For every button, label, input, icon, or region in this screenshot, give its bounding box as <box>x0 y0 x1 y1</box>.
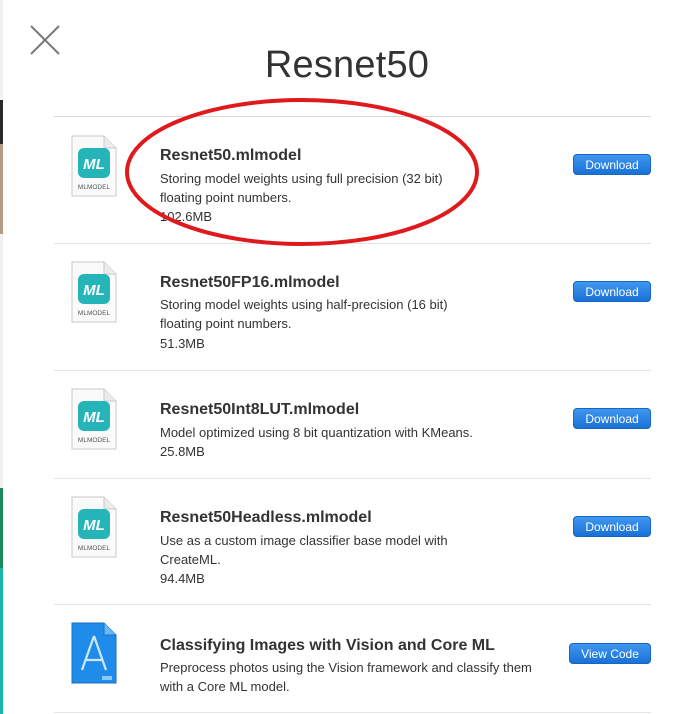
model-size: 102.6MB <box>160 209 213 224</box>
mlmodel-file-icon: ML MLMODEL <box>71 261 117 323</box>
sample-code-item: Classifying Images with Vision and Core … <box>54 604 651 713</box>
svg-text:ML: ML <box>83 409 105 426</box>
page-title: Resnet50 <box>264 44 430 86</box>
model-description: Model optimized using 8 bit quantization… <box>160 425 473 440</box>
model-item-resnet50headless: ML MLMODEL Resnet50Headless.mlmodel Use … <box>54 478 651 605</box>
sample-code-name[interactable]: Classifying Images with Vision and Core … <box>160 637 495 655</box>
model-name[interactable]: Resnet50FP16.mlmodel <box>160 274 340 292</box>
download-button[interactable]: Download <box>573 516 651 537</box>
model-name[interactable]: Resnet50.mlmodel <box>160 147 301 165</box>
mlmodel-file-icon: ML MLMODEL <box>71 135 117 197</box>
mlmodel-file-icon: ML MLMODEL <box>71 496 117 558</box>
model-size: 51.3MB <box>160 336 205 351</box>
svg-text:MLMODEL: MLMODEL <box>78 310 111 317</box>
model-description: Storing model weights using half-precisi… <box>160 297 448 331</box>
svg-text:ML: ML <box>83 282 105 299</box>
xcode-project-icon <box>71 622 117 684</box>
model-size: 94.4MB <box>160 571 205 586</box>
download-button[interactable]: Download <box>573 154 651 175</box>
svg-text:ML: ML <box>83 517 105 534</box>
model-item-resnet50fp16: ML MLMODEL Resnet50FP16.mlmodel Storing … <box>54 243 651 371</box>
svg-text:ML: ML <box>83 156 105 173</box>
background-page-edge <box>0 0 3 714</box>
model-description: Use as a custom image classifier base mo… <box>160 533 448 567</box>
view-code-button[interactable]: View Code <box>569 643 651 664</box>
model-description: Storing model weights using full precisi… <box>160 171 443 205</box>
svg-text:MLMODEL: MLMODEL <box>78 437 111 444</box>
download-button[interactable]: Download <box>573 281 651 302</box>
model-item-resnet50int8lut: ML MLMODEL Resnet50Int8LUT.mlmodel Model… <box>54 370 651 479</box>
model-size: 25.8MB <box>160 444 205 459</box>
model-item-resnet50: ML MLMODEL Resnet50.mlmodel Storing mode… <box>54 117 651 244</box>
sample-code-description: Preprocess photos using the Vision frame… <box>160 660 532 694</box>
download-button[interactable]: Download <box>573 408 651 429</box>
model-name[interactable]: Resnet50Int8LUT.mlmodel <box>160 401 359 419</box>
model-name[interactable]: Resnet50Headless.mlmodel <box>160 509 372 527</box>
svg-text:MLMODEL: MLMODEL <box>78 184 111 191</box>
svg-text:MLMODEL: MLMODEL <box>78 545 111 552</box>
mlmodel-file-icon: ML MLMODEL <box>71 388 117 450</box>
